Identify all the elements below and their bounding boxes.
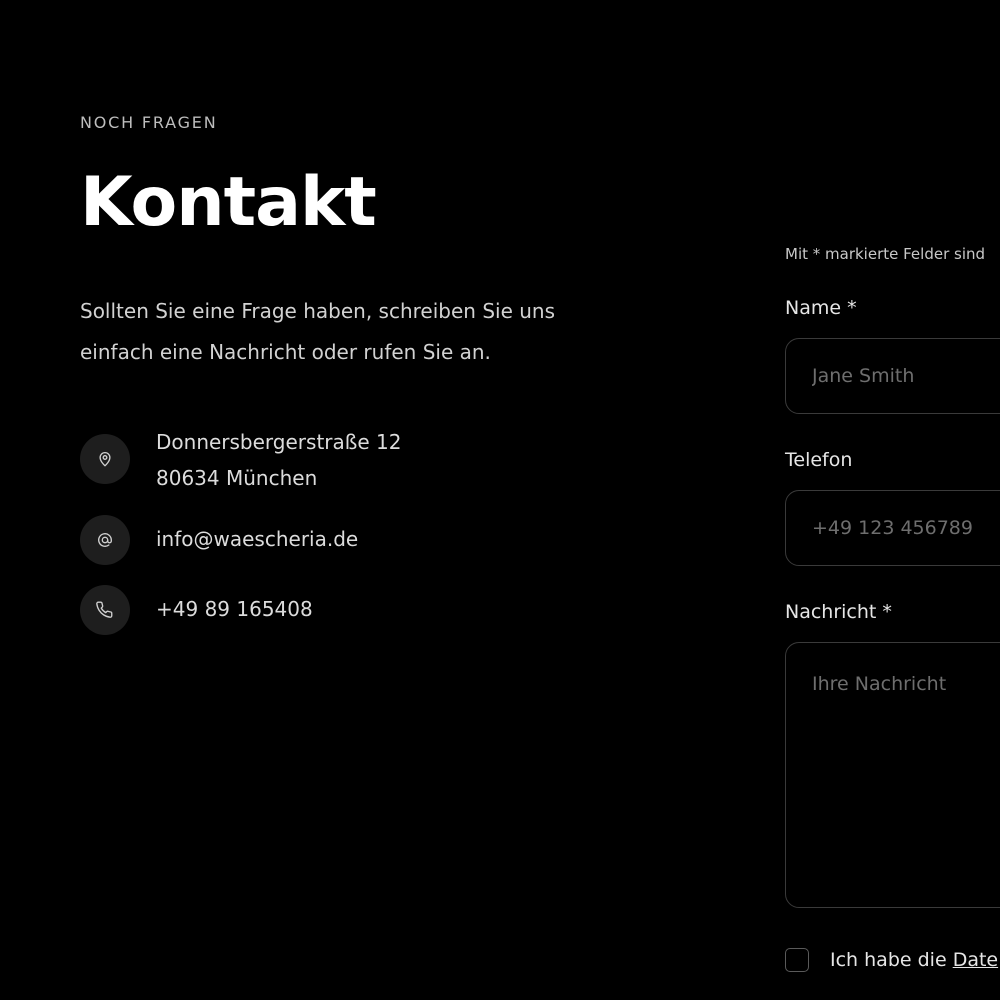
phone-input[interactable]	[785, 490, 1000, 566]
contact-email: info@waescheria.de	[80, 515, 358, 565]
consent-checkbox[interactable]	[785, 948, 809, 972]
address-text: Donnersbergerstraße 12 80634 München	[156, 424, 401, 496]
email-link[interactable]: info@waescheria.de	[156, 521, 358, 557]
phone-label: Telefon	[785, 449, 853, 471]
name-label: Name *	[785, 297, 857, 319]
contact-phone: +49 89 165408	[80, 585, 313, 635]
intro-text: Sollten Sie eine Frage haben, schreiben …	[80, 299, 555, 364]
consent-text: Ich habe die Date	[830, 949, 998, 971]
address-street: Donnersbergerstraße 12	[156, 430, 402, 454]
consent-row: Ich habe die Date	[785, 948, 998, 972]
message-textarea[interactable]	[785, 642, 1000, 908]
message-label: Nachricht *	[785, 601, 892, 623]
address-city: 80634 München	[156, 466, 318, 490]
location-pin-icon	[80, 434, 130, 484]
phone-icon	[80, 585, 130, 635]
contact-address: Donnersbergerstraße 12 80634 München	[80, 424, 401, 496]
name-input[interactable]	[785, 338, 1000, 414]
privacy-link[interactable]: Date	[953, 949, 998, 971]
at-sign-icon	[80, 515, 130, 565]
required-fields-note: Mit * markierte Felder sind	[785, 245, 986, 263]
contact-page: NOCH FRAGEN Kontakt Sollten Sie eine Fra…	[0, 0, 1000, 1000]
phone-link[interactable]: +49 89 165408	[156, 591, 313, 627]
section-eyebrow: NOCH FRAGEN	[80, 113, 218, 132]
page-title: Kontakt	[80, 163, 377, 242]
consent-prefix: Ich habe die	[830, 949, 953, 971]
